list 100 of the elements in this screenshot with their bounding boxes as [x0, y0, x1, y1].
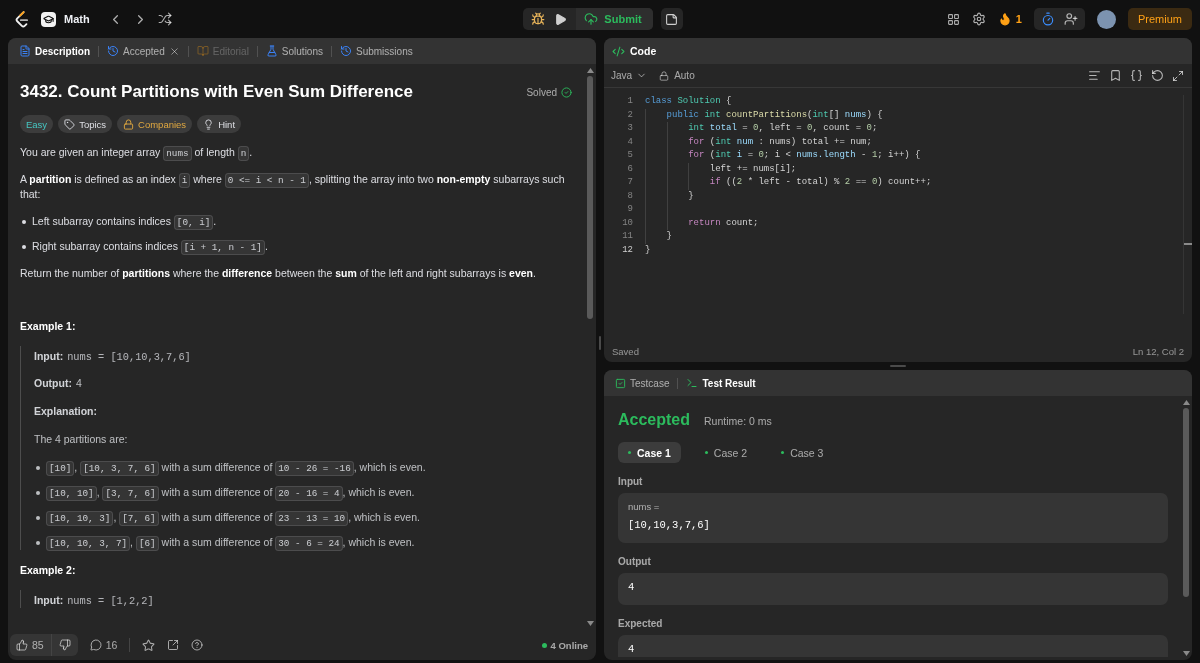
list-item-text: [10] , [10, 3, 7, 6] with a sum difference of 10 - 26 = -16 , which is even. [46, 460, 426, 475]
scroll-down-icon[interactable] [586, 621, 594, 626]
code-icon [612, 44, 625, 58]
book-icon [196, 45, 209, 57]
like-button[interactable]: 85 [10, 634, 51, 656]
code-line: } [666, 230, 672, 243]
line-number: 7 [627, 176, 633, 189]
bullet-icon [36, 465, 40, 470]
scroll-up-icon[interactable] [586, 68, 594, 73]
code-line: for (int num : nums) total += num; [688, 135, 872, 149]
tab[interactable]: Test Result [683, 373, 759, 393]
code-line: class Solution { [645, 95, 732, 108]
tab[interactable]: Accepted [104, 41, 183, 61]
list-item-text: Right subarray contains indices [i + 1, n - 1] . [32, 239, 268, 254]
resize-handle[interactable] [890, 365, 906, 367]
runtime: Runtime: 0 ms [704, 415, 772, 427]
close-icon[interactable] [168, 45, 180, 57]
case-tab[interactable]: Case 2 [694, 442, 758, 463]
comments-button[interactable]: 16 [89, 639, 118, 651]
bookmark-icon[interactable] [1109, 69, 1122, 82]
undo-icon[interactable] [1151, 69, 1164, 82]
section-label: Input [618, 475, 644, 488]
example-line: Input: nums = [1,2,2] [34, 593, 155, 608]
variable-name: nums = [628, 500, 661, 513]
cloud-upload-icon [584, 12, 599, 26]
line-number: 11 [622, 230, 633, 243]
scrollbar-thumb[interactable] [587, 76, 593, 319]
line-number: 4 [627, 135, 633, 149]
streak-button[interactable]: 1 [997, 12, 1022, 26]
bullet-icon [36, 515, 40, 520]
lock-icon [659, 70, 670, 81]
avatar[interactable] [1097, 9, 1116, 29]
add-user-icon[interactable] [1064, 12, 1078, 26]
terminal-icon [686, 377, 699, 389]
list-item-text: [10, 10, 3, 7] , [6] with a sum difference of 30 - 6 = 24 , which is even. [46, 535, 415, 550]
tab[interactable]: Testcase [612, 373, 673, 393]
note-icon [665, 12, 679, 26]
section-label: Expected [618, 617, 664, 630]
example-heading: Example 1: [20, 319, 77, 334]
document-icon [19, 45, 31, 57]
note-button[interactable] [660, 8, 683, 30]
comment-icon [89, 639, 102, 651]
tab[interactable]: Solutions [262, 41, 326, 61]
tag-chip[interactable]: Hint [197, 115, 242, 133]
submit-button[interactable]: Submit [576, 8, 653, 30]
cursor-position: Ln 12, Col 2 [1132, 345, 1184, 357]
tab[interactable]: Description [16, 41, 93, 61]
line-number: 12 [622, 243, 633, 257]
tab[interactable]: Submissions [337, 41, 416, 61]
flame-icon [997, 12, 1012, 26]
problem-title: 3432. Count Partitions with Even Sum Difference [20, 81, 413, 103]
explanation-heading: Explanation: [34, 404, 98, 419]
online-dot-icon [541, 642, 547, 648]
code-line: for (int i = 0; i < nums.length - 1; i++) { [688, 149, 921, 162]
auto-mode-button[interactable]: Auto [659, 70, 695, 81]
history-icon [340, 45, 352, 57]
logo-icon[interactable] [14, 10, 29, 28]
shuffle-icon[interactable] [157, 12, 172, 26]
code-line: return count; [688, 216, 759, 230]
code-line: int total = 0, left = 0, count = 0; [688, 122, 878, 135]
value-text: 4 [628, 580, 636, 595]
help-icon[interactable] [191, 639, 204, 651]
language-select[interactable]: Java [611, 70, 648, 81]
scrollbar-thumb[interactable] [1183, 408, 1189, 597]
share-icon[interactable] [167, 639, 180, 651]
code-line: } [688, 189, 694, 203]
paragraph: The 4 partitions are: [34, 432, 129, 447]
tag-icon [64, 118, 76, 130]
graduation-cap-icon [41, 11, 56, 27]
align-left-icon[interactable] [1088, 69, 1101, 82]
braces-icon[interactable] [1130, 69, 1143, 82]
tag-chip[interactable]: Topics [58, 115, 113, 133]
layout-grid-icon[interactable] [946, 12, 960, 26]
panel-title: Code [630, 45, 657, 57]
tag-chip[interactable]: Companies [117, 115, 193, 133]
lock-icon [123, 118, 135, 130]
code-line: public int countPartitions(int[] nums) { [666, 108, 883, 122]
case-tab[interactable]: Case 3 [771, 442, 834, 463]
case-tab[interactable]: Case 1 [618, 442, 681, 463]
resize-handle[interactable] [599, 336, 601, 350]
tag-chip[interactable]: Easy [20, 115, 54, 133]
paragraph: You are given an integer array nums of length n . [20, 145, 254, 160]
value-text: [10,10,3,7,6] [628, 518, 711, 533]
scroll-down-icon[interactable] [1182, 651, 1190, 656]
thumbs-up-icon [16, 639, 28, 651]
premium-button[interactable]: Premium [1128, 8, 1192, 30]
paragraph: A partition is defined as an index i where 0 <= i < n - 1 , splitting the array into two non-empty subarrays such that: [20, 172, 566, 202]
line-number: 5 [627, 149, 633, 162]
line-number: 6 [627, 162, 633, 176]
timer-icon[interactable] [1041, 12, 1055, 26]
expand-icon[interactable] [1172, 69, 1184, 82]
problem-list-button[interactable]: Math [39, 7, 98, 31]
star-icon[interactable] [142, 638, 156, 652]
play-icon[interactable] [554, 12, 568, 26]
example-line: Input: nums = [10,10,3,7,6] [34, 349, 192, 364]
scroll-up-icon[interactable] [1182, 400, 1190, 405]
example-line: Output: 4 [34, 376, 83, 391]
bug-icon[interactable] [531, 12, 546, 26]
settings-icon[interactable] [971, 12, 986, 26]
bullet-icon [36, 540, 40, 545]
